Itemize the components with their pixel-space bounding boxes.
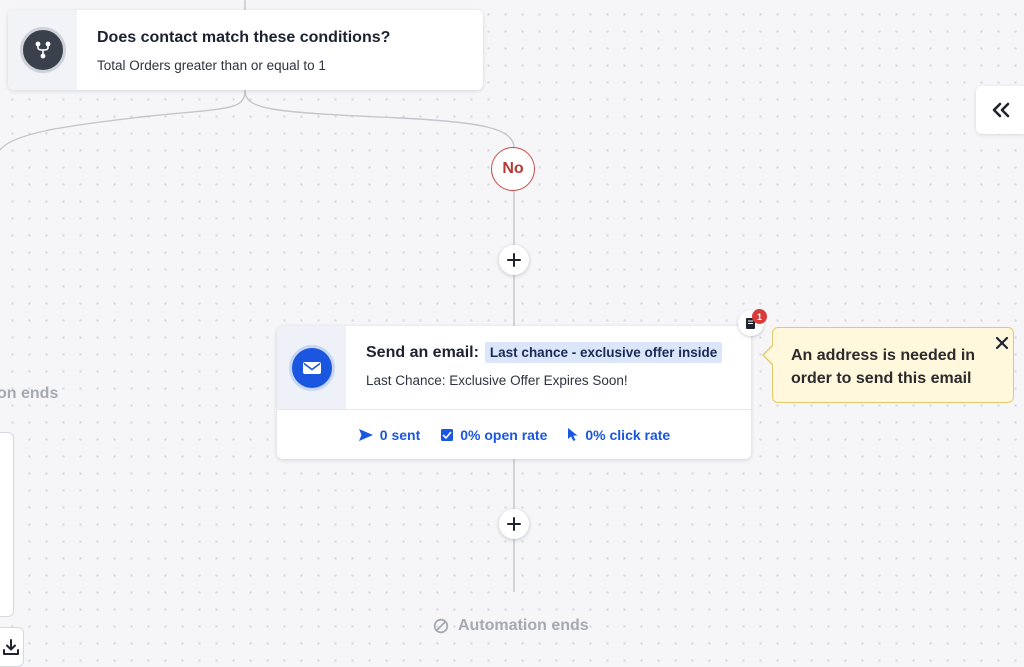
condition-subtitle: Total Orders greater than or equal to 1 bbox=[97, 58, 326, 73]
split-branch-icon bbox=[19, 27, 66, 73]
tooltip-arrow bbox=[764, 346, 773, 364]
plus-icon bbox=[507, 517, 521, 531]
no-branch-badge[interactable]: No bbox=[491, 147, 535, 191]
warning-tooltip: An address is needed in order to send th… bbox=[772, 327, 1014, 403]
condition-title: Does contact match these conditions? bbox=[97, 29, 391, 46]
condition-icon-column bbox=[8, 10, 77, 90]
envelope-icon bbox=[288, 344, 335, 391]
automation-canvas[interactable]: Does contact match these conditions? Tot… bbox=[0, 0, 1024, 667]
opened-envelope-icon bbox=[441, 428, 454, 441]
click-rate-label: 0% click rate bbox=[585, 426, 671, 443]
sent-stat-label: 0 sent bbox=[379, 426, 421, 443]
open-rate-label: 0% open rate bbox=[460, 426, 548, 443]
close-icon bbox=[995, 336, 1009, 350]
condition-step-card[interactable]: Does contact match these conditions? Tot… bbox=[8, 10, 483, 90]
click-rate-stat[interactable]: 0% click rate bbox=[567, 427, 670, 443]
plus-icon bbox=[507, 253, 521, 267]
send-email-step-card[interactable]: Send an email: Last chance - exclusive o… bbox=[277, 326, 751, 459]
email-title-row: Send an email: Last chance - exclusive o… bbox=[366, 342, 723, 363]
automation-ends-left-text: on ends bbox=[0, 385, 59, 402]
email-step-title: Send an email: bbox=[366, 343, 479, 361]
send-arrow-icon bbox=[358, 428, 373, 441]
email-subject: Last Chance: Exclusive Offer Expires Soo… bbox=[366, 373, 628, 388]
left-side-panel bbox=[0, 432, 14, 617]
tooltip-close-button[interactable] bbox=[993, 334, 1011, 352]
download-icon bbox=[3, 639, 19, 655]
condition-text: Does contact match these conditions? Tot… bbox=[77, 10, 410, 90]
warning-message: An address is needed in order to send th… bbox=[791, 347, 976, 387]
double-chevron-left-icon bbox=[992, 102, 1010, 118]
collapse-panel-button[interactable] bbox=[976, 86, 1024, 134]
download-button[interactable] bbox=[0, 627, 24, 667]
email-icon-column bbox=[277, 326, 346, 409]
add-step-button-lower[interactable] bbox=[499, 509, 529, 539]
prohibited-circle-icon bbox=[433, 618, 449, 634]
email-text: Send an email: Last chance - exclusive o… bbox=[346, 326, 723, 409]
open-rate-stat[interactable]: 0% open rate bbox=[440, 427, 547, 443]
email-name-tag[interactable]: Last chance - exclusive offer inside bbox=[484, 342, 723, 363]
automation-ends-label: Automation ends bbox=[433, 617, 589, 635]
cursor-pointer-icon bbox=[568, 428, 578, 441]
automation-ends-left-partial: on ends bbox=[0, 385, 58, 403]
email-stats: 0 sent 0% open rate 0% click rate bbox=[277, 410, 751, 459]
automation-ends-text: Automation ends bbox=[458, 617, 589, 634]
warning-count-badge: 1 bbox=[752, 309, 767, 324]
add-step-button[interactable] bbox=[499, 245, 529, 275]
sent-stat[interactable]: 0 sent bbox=[358, 427, 420, 443]
email-card-header: Send an email: Last chance - exclusive o… bbox=[277, 326, 751, 410]
